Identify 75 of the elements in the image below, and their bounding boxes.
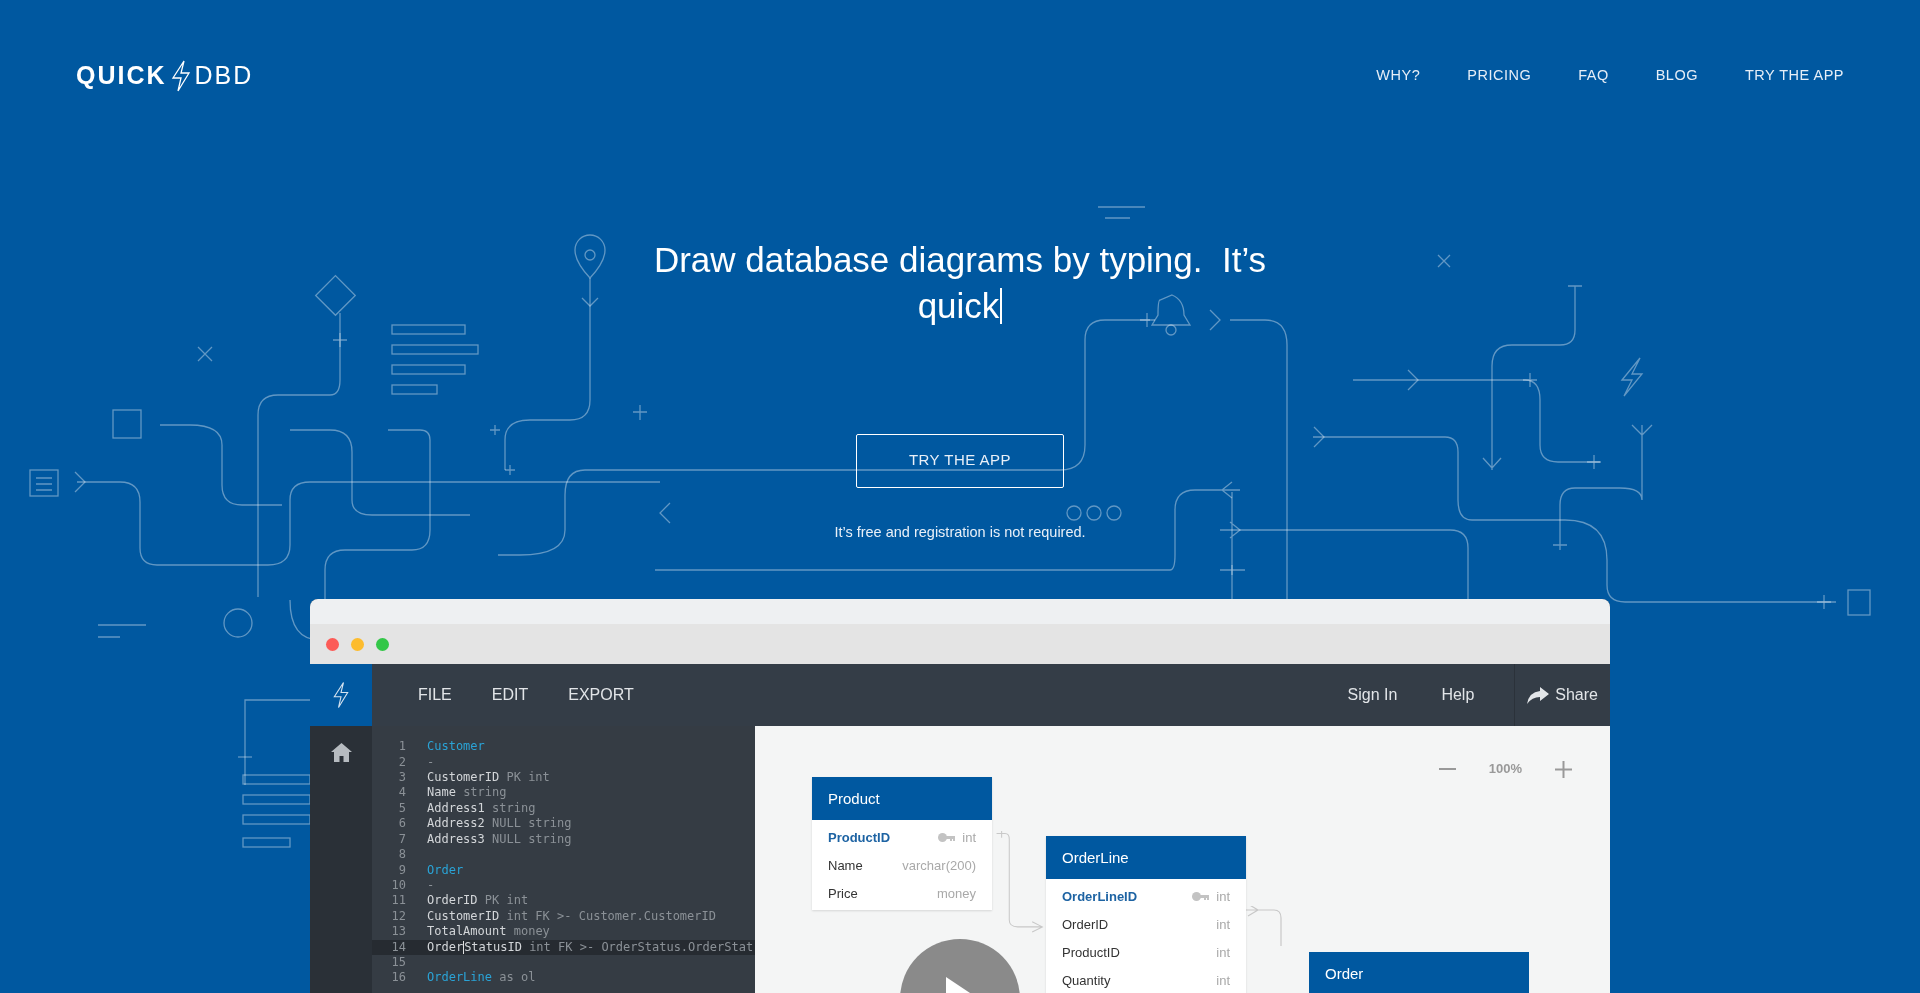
zoom-in-icon[interactable] — [1555, 760, 1572, 778]
code-line: OrderLine as ol — [427, 970, 536, 986]
headline-text: quick — [917, 284, 1000, 327]
menu-item[interactable]: EXPORT — [568, 683, 634, 708]
bolt-icon — [331, 680, 351, 711]
code-line: Name string — [427, 785, 507, 801]
share-arrow-icon — [1527, 686, 1550, 704]
field-name: Price — [828, 884, 858, 903]
line-number: 6 — [397, 816, 406, 832]
field-name: ProductID — [828, 828, 891, 847]
line-number: 14 — [390, 939, 406, 955]
line-number: 11 — [390, 893, 406, 909]
line-number: 4 — [397, 785, 406, 801]
line-number: 15 — [390, 954, 406, 971]
logo-text[interactable]: DBD — [194, 57, 254, 95]
field-type: int — [1216, 915, 1230, 934]
line-number: 9 — [397, 862, 406, 878]
toolbar-link[interactable]: Help — [1441, 683, 1475, 708]
logo-text[interactable]: QUICK — [76, 57, 167, 95]
field-name: ProductID — [1062, 943, 1120, 962]
share-button[interactable]: Share — [1515, 664, 1610, 727]
nav-link[interactable]: BLOG — [1655, 64, 1698, 87]
entity-table[interactable]: OrderLine OrderLineID int OrderID int ProductID int Quantity int — [1046, 836, 1246, 993]
line-number: 7 — [397, 831, 406, 848]
code-line: TotalAmount money — [427, 924, 550, 940]
field-type: int — [1216, 971, 1230, 990]
nav-link[interactable]: FAQ — [1578, 64, 1609, 87]
line-number: 3 — [397, 770, 406, 786]
key-icon — [938, 832, 956, 842]
free-note: It’s free and registration is not required. — [834, 522, 1086, 542]
table-header: OrderLine — [1046, 836, 1246, 880]
field-name: Quantity — [1062, 971, 1111, 990]
table-header: Order — [1309, 952, 1529, 993]
entity-table[interactable]: Product ProductID int Name varchar(200) Price money — [812, 777, 992, 911]
code-line: Order — [427, 862, 464, 878]
code-line: Address2 NULL string — [427, 816, 572, 832]
line-number: 8 — [397, 847, 406, 863]
field-type: int — [1216, 943, 1230, 962]
code-line: Address3 NULL string — [427, 831, 572, 848]
line-number: 16 — [390, 970, 406, 986]
field-type: varchar(200) — [902, 856, 976, 875]
headline-text: Draw database diagrams by typing. It’s — [653, 238, 1267, 281]
menu-item[interactable]: EDIT — [491, 683, 529, 708]
field-type: int — [962, 828, 976, 847]
zoom-level: 100% — [1488, 760, 1522, 779]
table-header: Product — [812, 777, 992, 821]
code-line: CustomerID PK int — [427, 770, 550, 786]
code-line: - — [427, 754, 435, 771]
code-line: CustomerID int FK >- Customer.CustomerID — [427, 908, 716, 925]
nav-link[interactable]: WHY? — [1376, 64, 1421, 87]
code-line: OrderID PK int — [427, 893, 529, 909]
field-name: Name — [828, 856, 863, 875]
toolbar-link[interactable]: Sign In — [1347, 683, 1398, 708]
line-number: 10 — [390, 877, 406, 894]
code-line: - — [427, 877, 435, 894]
key-icon — [1192, 891, 1210, 901]
nav-link[interactable]: PRICING — [1467, 64, 1532, 87]
field-name: OrderID — [1062, 915, 1109, 934]
try-app-button[interactable]: TRY THE APP — [856, 433, 1064, 488]
line-number: 2 — [397, 754, 406, 771]
line-number: 12 — [390, 908, 406, 925]
menu-item[interactable]: FILE — [418, 683, 452, 708]
code-line: Address1 string — [427, 800, 536, 817]
line-number: 1 — [397, 739, 406, 755]
app-logo-tile[interactable] — [310, 664, 372, 727]
text-cursor — [1000, 287, 1003, 324]
field-type: money — [936, 884, 976, 903]
field-name: OrderLineID — [1062, 887, 1138, 906]
code-line: Customer — [427, 739, 485, 755]
home-icon[interactable] — [330, 743, 352, 763]
line-number: 13 — [390, 924, 406, 940]
line-number: 5 — [397, 800, 406, 817]
field-type: int — [1216, 887, 1230, 906]
nav-link[interactable]: TRY THE APP — [1745, 64, 1844, 87]
code-line: OrderStatusID int FK >- OrderStatus.OrderStat — [427, 939, 754, 955]
